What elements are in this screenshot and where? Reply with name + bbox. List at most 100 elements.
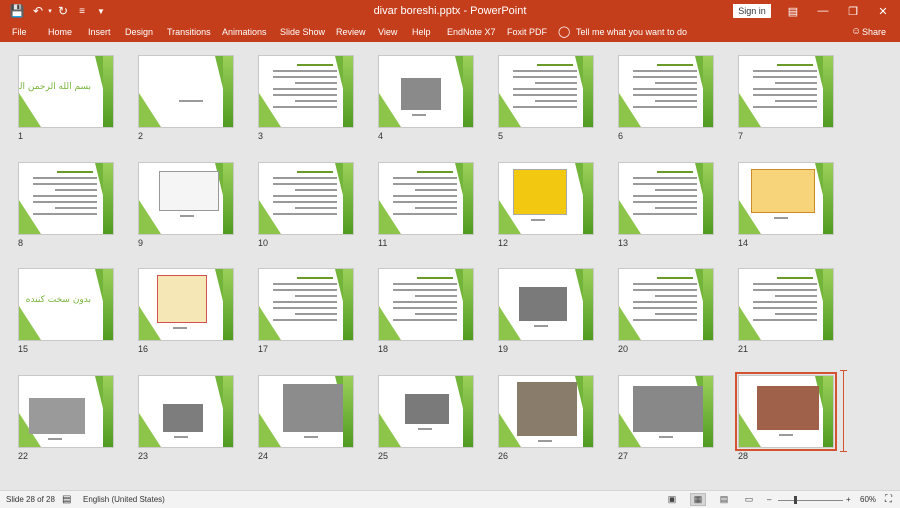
slide-text-line xyxy=(633,177,697,179)
slide-heading xyxy=(417,171,453,173)
tab-endnote[interactable]: EndNote X7 xyxy=(447,22,496,42)
slide-sorter-view-icon[interactable]: ▦ xyxy=(690,493,706,506)
slide-thumbnail-21[interactable] xyxy=(738,268,834,341)
format-painter-icon[interactable]: ≡ xyxy=(75,0,89,22)
sign-in-button[interactable]: Sign in xyxy=(733,4,771,18)
slide-green-corner xyxy=(739,93,761,127)
slide-thumbnail-11[interactable] xyxy=(378,162,474,235)
slide-thumbnail-23[interactable] xyxy=(138,375,234,448)
slide-thumbnail-22[interactable] xyxy=(18,375,114,448)
slide-green-bar xyxy=(223,163,233,234)
slide-text-line xyxy=(33,201,97,203)
slide-thumbnail-3[interactable] xyxy=(258,55,354,128)
slide-number: 28 xyxy=(738,451,749,461)
slide-thumbnail-4[interactable] xyxy=(378,55,474,128)
zoom-out-button[interactable]: – xyxy=(767,491,771,508)
slide-number: 21 xyxy=(738,344,749,354)
slide-thumbnail-12[interactable] xyxy=(498,162,594,235)
slide-thumbnail-14[interactable] xyxy=(738,162,834,235)
tab-design[interactable]: Design xyxy=(125,22,153,42)
tell-me-search[interactable]: Tell me what you want to do xyxy=(576,22,687,42)
slide-number: 10 xyxy=(258,238,269,248)
zoom-in-button[interactable]: + xyxy=(846,491,851,508)
slide-thumbnail-20[interactable] xyxy=(618,268,714,341)
slide-text-line xyxy=(393,183,457,185)
accessibility-icon[interactable]: ▤ xyxy=(62,491,71,508)
slide-thumbnail-6[interactable] xyxy=(618,55,714,128)
tab-animations[interactable]: Animations xyxy=(222,22,267,42)
undo-dropdown-icon[interactable]: ▾ xyxy=(46,0,54,22)
tab-help[interactable]: Help xyxy=(412,22,431,42)
tab-view[interactable]: View xyxy=(378,22,397,42)
slide-text-line xyxy=(273,177,337,179)
slide-thumbnail-27[interactable] xyxy=(618,375,714,448)
reading-view-icon[interactable]: ▤ xyxy=(716,493,732,506)
close-button[interactable]: ✕ xyxy=(868,0,898,22)
slide-text-line xyxy=(33,183,97,185)
slide-thumbnail-16[interactable] xyxy=(138,268,234,341)
minimize-button[interactable]: — xyxy=(808,0,838,22)
slide-thumbnail-25[interactable] xyxy=(378,375,474,448)
slide-thumbnail-2[interactable] xyxy=(138,55,234,128)
save-icon[interactable]: 💾 xyxy=(10,0,25,22)
normal-view-icon[interactable]: ▣ xyxy=(664,493,680,506)
slide-green-corner xyxy=(379,200,401,234)
vertical-scrollbar[interactable] xyxy=(840,370,847,452)
slide-text-line xyxy=(655,207,697,209)
slide-thumbnail-5[interactable] xyxy=(498,55,594,128)
tab-slide-show[interactable]: Slide Show xyxy=(280,22,325,42)
slide-thumbnail-10[interactable] xyxy=(258,162,354,235)
title-bar: 💾 ↶ ▾ ↻ ≡ ▼ divar boreshi.pptx - PowerPo… xyxy=(0,0,900,22)
redo-icon[interactable]: ↻ xyxy=(56,0,70,22)
slide-number: 25 xyxy=(378,451,389,461)
slide-show-view-icon[interactable]: ▭ xyxy=(741,493,757,506)
slide-text-line xyxy=(393,195,457,197)
slide-number: 16 xyxy=(138,344,149,354)
tab-review[interactable]: Review xyxy=(336,22,366,42)
slide-text-line xyxy=(655,82,697,84)
slide-green-bar xyxy=(223,56,233,127)
slide-thumbnail-15[interactable]: بدون سخت کننده xyxy=(18,268,114,341)
slide-number: 18 xyxy=(378,344,389,354)
slide-thumbnail-13[interactable] xyxy=(618,162,714,235)
tab-insert[interactable]: Insert xyxy=(88,22,111,42)
slide-thumbnail-24[interactable] xyxy=(258,375,354,448)
slide-image xyxy=(163,404,203,432)
language-indicator[interactable]: English (United States) xyxy=(83,491,165,508)
slide-thumbnail-7[interactable] xyxy=(738,55,834,128)
slide-thumbnail-17[interactable] xyxy=(258,268,354,341)
slide-number: 27 xyxy=(618,451,629,461)
undo-icon[interactable]: ↶ xyxy=(30,0,46,22)
ribbon-display-options-icon[interactable]: ▤ xyxy=(778,0,808,22)
slide-green-corner xyxy=(139,200,161,234)
slide-thumbnail-9[interactable] xyxy=(138,162,234,235)
zoom-slider[interactable] xyxy=(778,500,843,501)
tab-foxit-pdf[interactable]: Foxit PDF xyxy=(507,22,547,42)
quick-access-dropdown-icon[interactable]: ▼ xyxy=(96,0,106,22)
status-bar: Slide 28 of 28 ▤ English (United States)… xyxy=(0,490,900,508)
slide-caption xyxy=(538,440,552,442)
slide-text-line xyxy=(633,183,697,185)
slide-thumbnail-26[interactable] xyxy=(498,375,594,448)
slide-thumbnail-18[interactable] xyxy=(378,268,474,341)
restore-button[interactable]: ❐ xyxy=(838,0,868,22)
share-button[interactable]: Share xyxy=(862,22,886,42)
slide-thumbnail-1[interactable]: بسم الله الرحمن الرحیم xyxy=(18,55,114,128)
slide-thumbnail-19[interactable] xyxy=(498,268,594,341)
slide-heading xyxy=(537,64,573,66)
slide-caption xyxy=(659,436,673,438)
slide-sorter: بسم الله الرحمن الرحیم123456789101112131… xyxy=(0,42,900,490)
slide-thumbnail-8[interactable] xyxy=(18,162,114,235)
tab-file[interactable]: File xyxy=(12,22,27,42)
slide-text-line xyxy=(295,189,337,191)
zoom-level[interactable]: 60% xyxy=(860,491,876,508)
zoom-slider-thumb[interactable] xyxy=(794,496,797,504)
fit-to-window-icon[interactable]: ⛶ xyxy=(885,491,892,508)
tab-home[interactable]: Home xyxy=(48,22,72,42)
slide-thumbnail-28[interactable] xyxy=(735,372,837,451)
tab-transitions[interactable]: Transitions xyxy=(167,22,211,42)
slide-text-line xyxy=(633,289,697,291)
slide-number: 8 xyxy=(18,238,24,248)
ribbon-tabs: File Home Insert Design Transitions Anim… xyxy=(0,22,900,42)
slide-green-corner xyxy=(259,413,281,447)
